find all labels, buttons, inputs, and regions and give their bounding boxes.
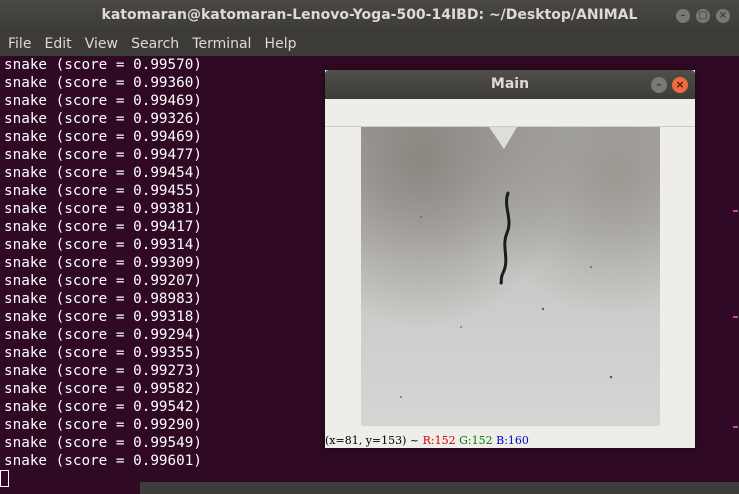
- main-toolbar: [325, 99, 695, 127]
- main-image-window: Main – × (x=81, y=153) ~ R:152 G:152 B:1…: [325, 70, 695, 448]
- menu-file[interactable]: File: [0, 32, 31, 56]
- terminal-cursor: [0, 470, 9, 487]
- maximize-button[interactable]: □: [696, 9, 710, 23]
- snake-photo: [400, 127, 613, 398]
- close-button[interactable]: ×: [716, 9, 730, 23]
- cursor-coords: (x=81, y=153) ~: [325, 434, 420, 447]
- main-titlebar[interactable]: Main – ×: [325, 70, 695, 99]
- blue-value: B:160: [496, 434, 529, 447]
- menu-terminal[interactable]: Terminal: [184, 32, 251, 56]
- terminal-titlebar[interactable]: katomaran@katomaran-Lenovo-Yoga-500-14IB…: [0, 0, 739, 32]
- background-text-fragment: [733, 316, 738, 318]
- green-value: G:152: [459, 434, 493, 447]
- camera-image[interactable]: [361, 127, 660, 426]
- red-value: R:152: [422, 434, 456, 447]
- terminal-title: katomaran@katomaran-Lenovo-Yoga-500-14IB…: [101, 7, 638, 23]
- pixel-status-bar: (x=81, y=153) ~ R:152 G:152 B:160: [325, 433, 695, 448]
- main-close-button[interactable]: ×: [672, 77, 688, 93]
- menu-search[interactable]: Search: [123, 32, 179, 56]
- background-window-edge: [140, 482, 739, 494]
- menu-bar: File Edit View Search Terminal Help: [0, 32, 739, 56]
- menu-view[interactable]: View: [77, 32, 118, 56]
- main-title: Main: [490, 76, 530, 92]
- terminal-line: snake (score = 0.99601): [4, 453, 202, 469]
- background-text-fragment: [733, 210, 738, 212]
- main-minimize-button[interactable]: –: [651, 77, 667, 93]
- background-text-fragment: [733, 426, 738, 428]
- menu-help[interactable]: Help: [257, 32, 297, 56]
- menu-edit[interactable]: Edit: [37, 32, 72, 56]
- minimize-button[interactable]: –: [676, 9, 690, 23]
